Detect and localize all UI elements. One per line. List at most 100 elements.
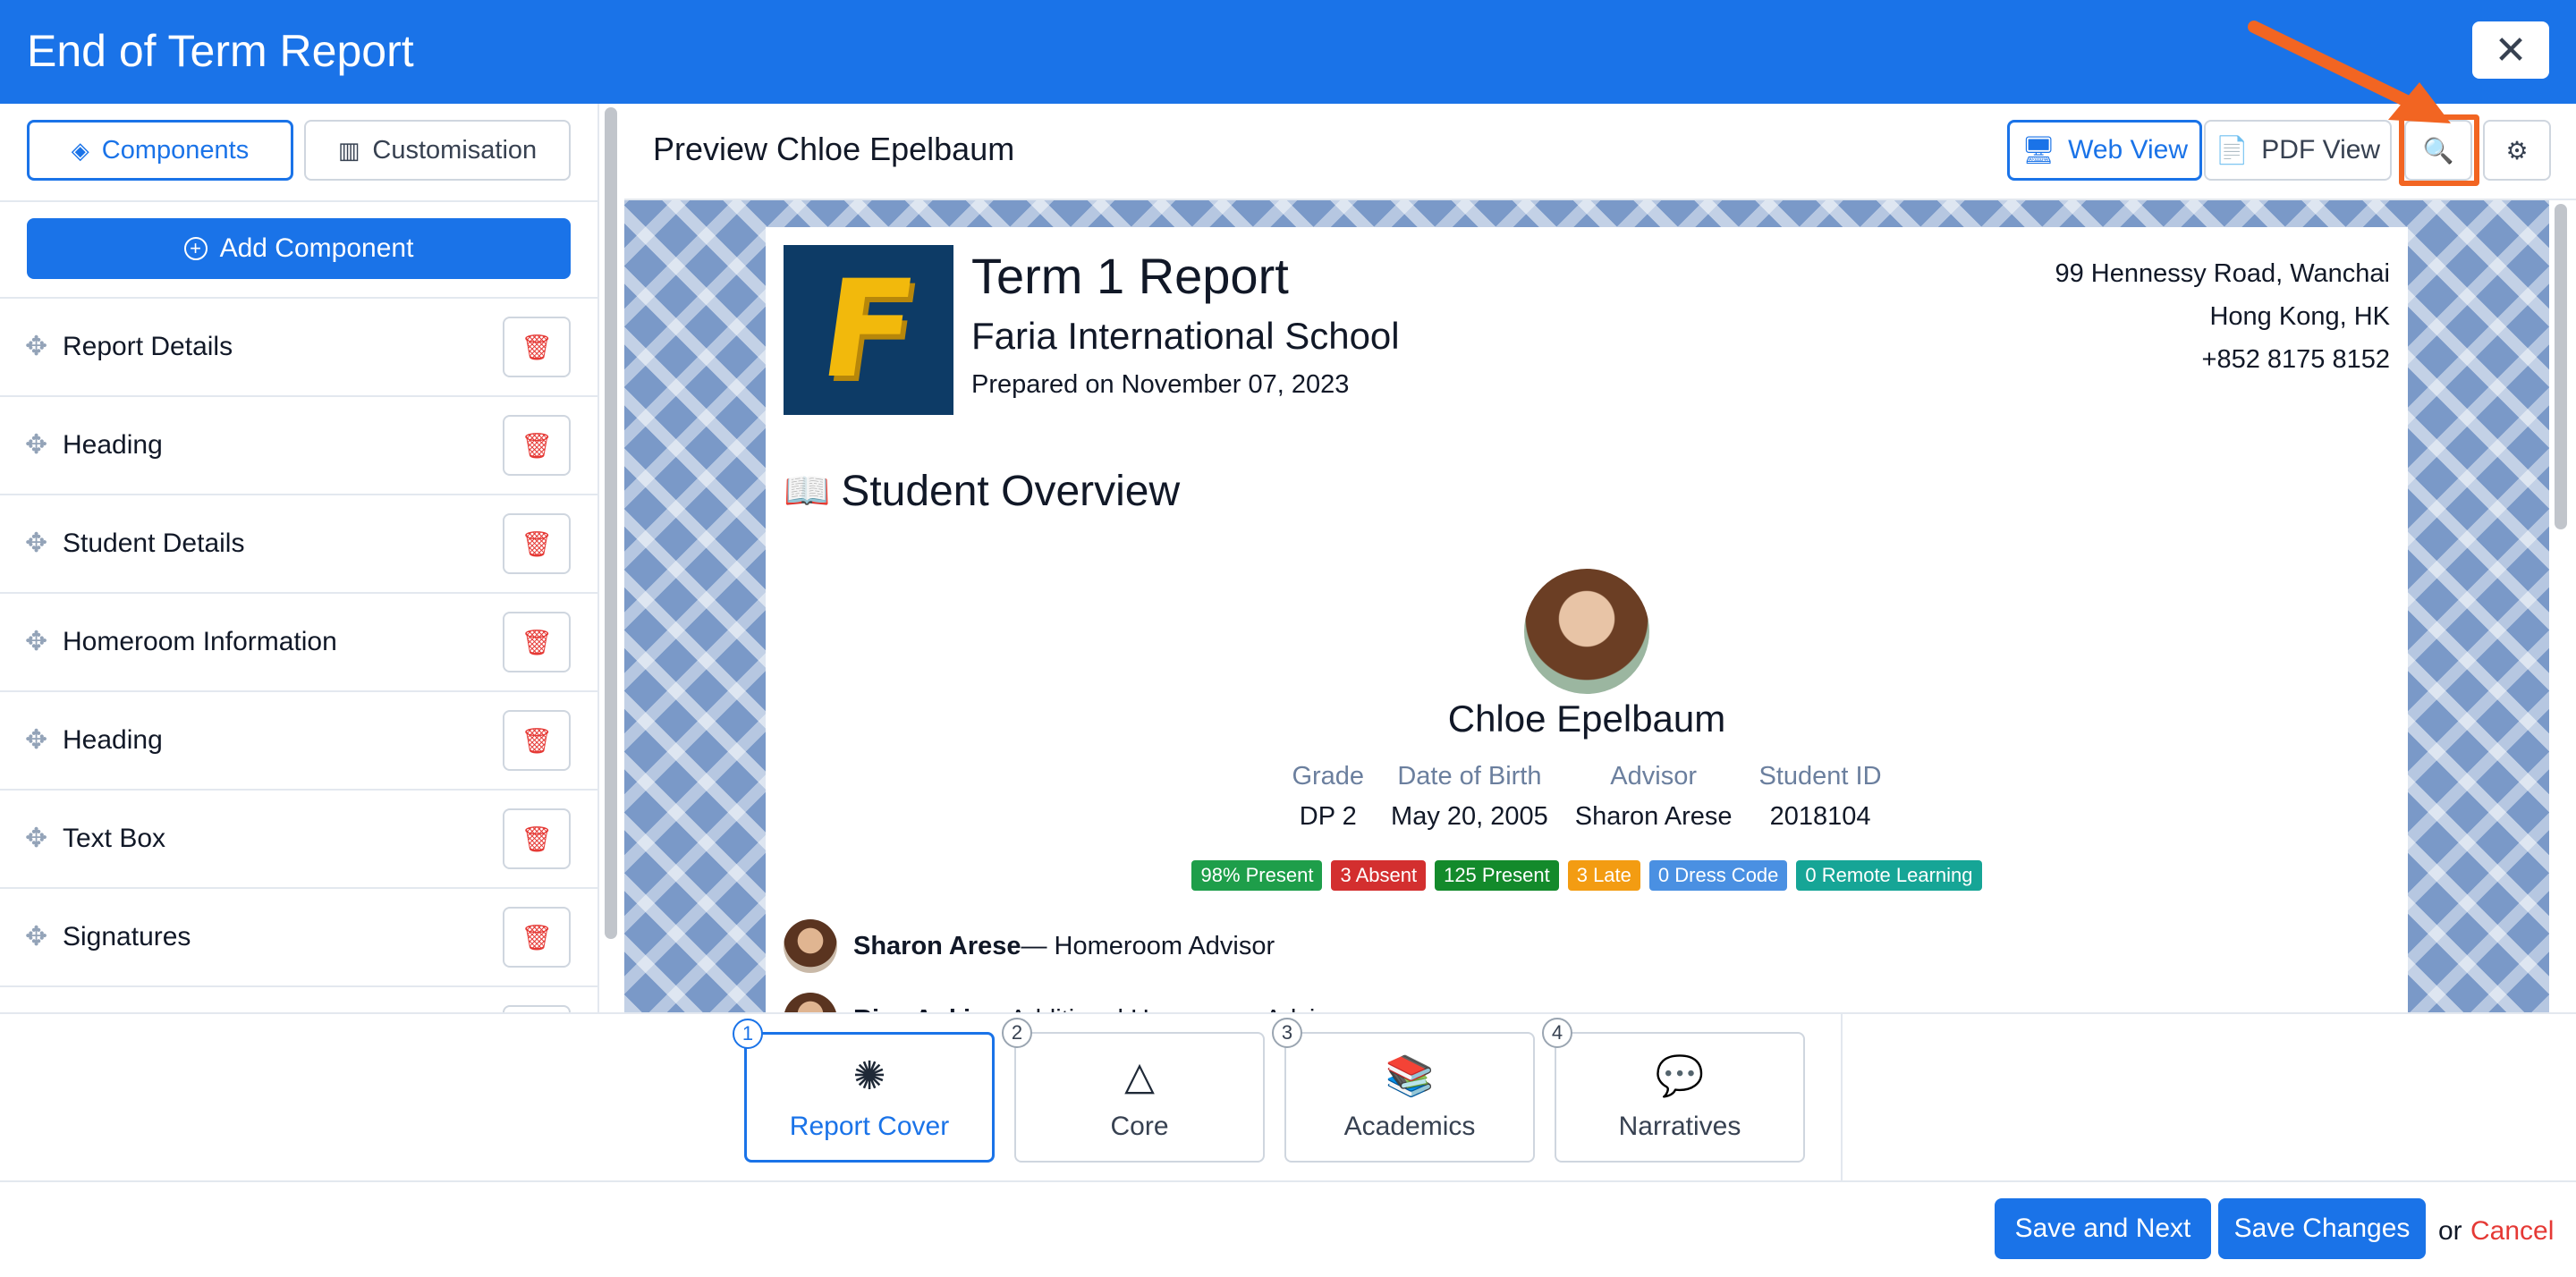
detail-dob: Date of Birth May 20, 2005	[1391, 762, 1548, 831]
avatar	[784, 993, 837, 1012]
settings-button[interactable]: ⚙	[2483, 120, 2551, 181]
delete-button[interactable]: 🗑	[503, 415, 571, 476]
drag-handle-icon[interactable]: ✥	[25, 921, 47, 952]
status-badge: 0 Remote Learning	[1796, 860, 1982, 891]
modal-header: End of Term Report ✕	[0, 0, 2576, 104]
drag-handle-icon[interactable]: ✥	[25, 429, 47, 461]
list-item[interactable]: ✥ Student Details 🗑	[0, 494, 597, 592]
drag-handle-icon[interactable]: ✥	[25, 528, 47, 559]
address-line: Hong Kong, HK	[2209, 302, 2390, 331]
components-panel: ◈ Components ▥ Customisation + Add Compo…	[0, 104, 599, 1012]
advisor-role: — Additional Homeroom Advisors	[970, 1005, 1364, 1013]
phone-number: +852 8175 8152	[2201, 345, 2390, 374]
add-component-button[interactable]: + Add Component	[27, 218, 571, 279]
left-scrollbar[interactable]	[605, 107, 617, 939]
status-badge: 125 Present	[1435, 860, 1559, 891]
trash-icon: 🗑	[521, 529, 553, 558]
school-name: Faria International School	[971, 315, 1400, 357]
add-component-label: Add Component	[219, 233, 414, 263]
section-heading: 📖 Student Overview	[784, 467, 1180, 516]
detail-advisor: Advisor Sharon Arese	[1574, 762, 1733, 831]
triangle-icon: △	[1124, 1053, 1155, 1098]
student-details: Grade DP 2 Date of Birth May 20, 2005 Ad…	[766, 762, 2408, 832]
delete-button[interactable]: 🗑	[503, 907, 571, 968]
component-label: Homeroom Information	[63, 627, 337, 656]
drag-handle-icon[interactable]: ✥	[25, 724, 47, 756]
preview-scrollbar[interactable]	[2555, 204, 2567, 529]
list-item[interactable]: ✥ Signatures 🗑	[0, 887, 597, 985]
delete-button[interactable]: 🗑	[503, 710, 571, 771]
trash-icon: 🗑	[521, 726, 553, 755]
modal-title: End of Term Report	[27, 26, 414, 76]
step-number: 3	[1272, 1018, 1302, 1048]
tab-customisation[interactable]: ▥ Customisation	[304, 120, 571, 181]
component-label: Report Details	[63, 332, 233, 361]
modal-footer: Save and Next Save Changes or Cancel	[0, 1180, 2576, 1277]
report-title: Term 1 Report	[971, 248, 1289, 304]
prepared-date: Prepared on November 07, 2023	[971, 370, 1350, 399]
student-avatar	[1524, 569, 1649, 694]
sliders-icon: ▥	[337, 136, 360, 164]
step-academics[interactable]: 3 📚 Academics	[1272, 1018, 1535, 1163]
save-and-next-button[interactable]: Save and Next	[1995, 1198, 2211, 1259]
status-badge: 0 Dress Code	[1648, 860, 1788, 891]
component-list: ✥ Report Details 🗑 ✥ Heading 🗑 ✥ Student…	[0, 297, 597, 1012]
delete-button[interactable]: 🗑	[503, 612, 571, 672]
list-item[interactable]: ✥ Heading 🗑	[0, 395, 597, 494]
address-line: 99 Hennessy Road, Wanchai	[2055, 259, 2390, 288]
advisor-name: Risa Aoki	[853, 1005, 970, 1013]
student-name: Chloe Epelbaum	[1447, 698, 1726, 740]
component-label: Text Box	[63, 824, 166, 853]
layers-icon: ◈	[71, 136, 89, 164]
delete-button[interactable]: 🗑	[503, 513, 571, 574]
list-item[interactable]: ✥ Text Box 🗑	[0, 789, 597, 887]
trash-icon: 🗑	[521, 431, 553, 460]
web-view-label: Web View	[2068, 135, 2189, 165]
delete-button[interactable]: 🗑	[503, 317, 571, 377]
school-logo: F	[784, 245, 953, 415]
delete-button[interactable]: 🗑	[503, 1005, 571, 1012]
trash-icon: 🗑	[521, 825, 553, 853]
detail-student-id: Student ID 2018104	[1758, 762, 1882, 831]
cancel-link[interactable]: Cancel	[2470, 1216, 2554, 1247]
divider	[0, 200, 597, 202]
web-view-button[interactable]: 🖥 Web View	[2007, 120, 2202, 181]
arrow-annotation	[2248, 21, 2451, 123]
save-changes-button[interactable]: Save Changes	[2218, 1198, 2426, 1259]
step-core[interactable]: 2 △ Core	[1002, 1018, 1265, 1163]
list-item[interactable]: ✥ Report Details 🗑	[0, 297, 597, 395]
advisor-row: Risa Aoki — Additional Homeroom Advisors	[784, 993, 1364, 1012]
list-item[interactable]: ✥ Homeroom Information 🗑	[0, 592, 597, 690]
monitor-icon: 🖥	[2021, 135, 2056, 165]
close-button[interactable]: ✕	[2472, 21, 2549, 79]
step-label: Academics	[1343, 1112, 1476, 1141]
or-text: or	[2438, 1216, 2462, 1246]
speech-bubble-icon: 💬	[1655, 1054, 1705, 1098]
list-item[interactable]: ✥ Heading 🗑	[0, 690, 597, 789]
trash-icon: 🗑	[521, 923, 553, 951]
avatar	[784, 919, 837, 973]
tab-components[interactable]: ◈ Components	[27, 120, 293, 181]
book-icon: 📖	[784, 469, 831, 512]
step-report-cover[interactable]: 1 ✺ Report Cover	[733, 1019, 995, 1163]
step-narratives[interactable]: 4 💬 Narratives	[1542, 1018, 1805, 1163]
drag-handle-icon[interactable]: ✥	[25, 626, 47, 657]
delete-button[interactable]: 🗑	[503, 808, 571, 869]
step-number: 2	[1002, 1018, 1032, 1048]
step-number: 4	[1542, 1018, 1572, 1048]
drag-handle-icon[interactable]: ✥	[25, 331, 47, 362]
advisor-row: Sharon Arese— Homeroom Advisor	[784, 919, 1275, 973]
component-label: Student Details	[63, 529, 245, 558]
drag-handle-icon[interactable]: ✥	[25, 823, 47, 854]
section-title: Student Overview	[841, 468, 1181, 515]
detail-grade: Grade DP 2	[1292, 762, 1365, 831]
gear-icon: ⚙	[2505, 136, 2529, 165]
step-label: Core	[1110, 1112, 1169, 1141]
close-icon: ✕	[2494, 28, 2528, 72]
tab-customisation-label: Customisation	[372, 135, 538, 165]
status-badge: 3 Absent	[1331, 860, 1427, 891]
component-label: Heading	[63, 430, 163, 460]
list-item[interactable]: 🗑	[0, 985, 597, 1012]
trash-icon: 🗑	[521, 333, 553, 361]
status-badge: 3 Late	[1567, 860, 1640, 891]
